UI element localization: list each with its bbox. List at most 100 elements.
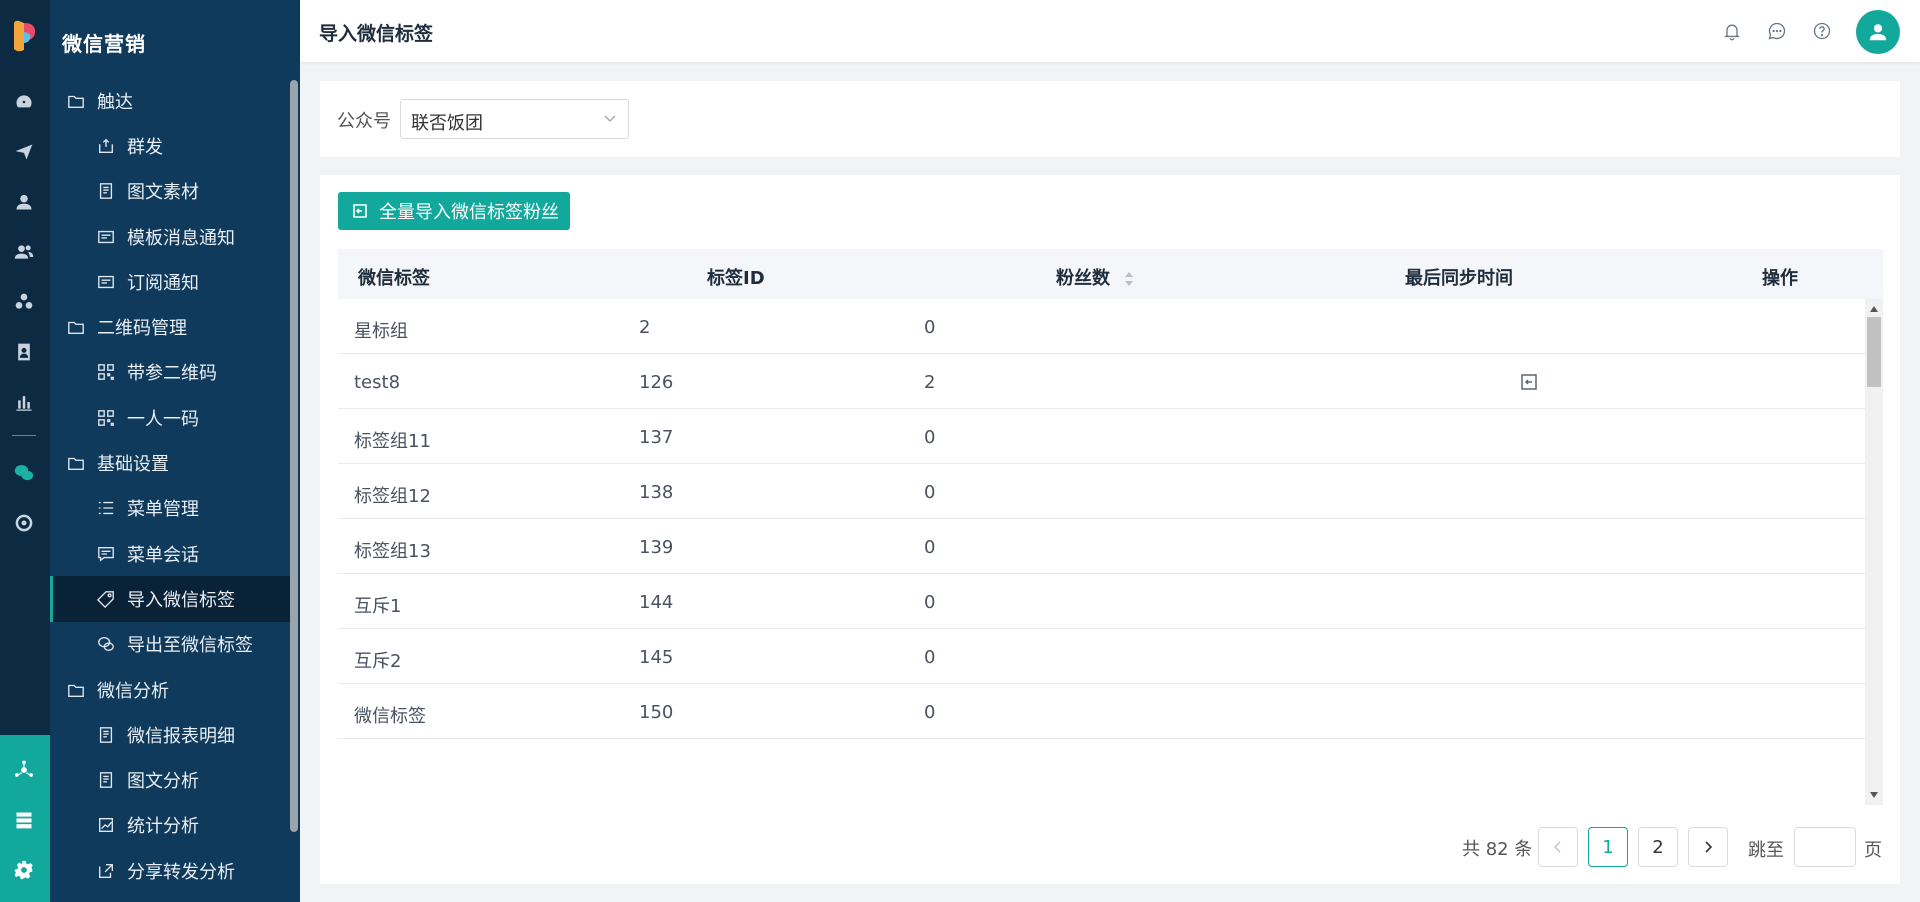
- table-scrollbar[interactable]: [1865, 299, 1883, 805]
- cell-id: 2: [639, 317, 651, 338]
- cell-fans: 0: [924, 537, 936, 558]
- prev-page-button[interactable]: [1538, 827, 1578, 867]
- sidebar-item-2[interactable]: 图文素材: [50, 169, 300, 214]
- wechat-icon[interactable]: [13, 462, 35, 484]
- help-icon[interactable]: [1811, 20, 1833, 42]
- chat-bubble-icon[interactable]: [1766, 20, 1788, 42]
- scroll-down-icon[interactable]: [1870, 792, 1878, 798]
- group-icon[interactable]: [13, 291, 35, 313]
- users-icon[interactable]: [13, 241, 35, 263]
- list-icon: [96, 498, 116, 518]
- contact-card-icon[interactable]: [13, 341, 35, 363]
- table-row: 互斥1 144 0: [338, 574, 1865, 629]
- server-icon[interactable]: [13, 809, 35, 831]
- account-label: 公众号: [337, 111, 391, 132]
- cell-tag: 标签组11: [354, 431, 431, 452]
- sidebar-item-8[interactable]: 基础设置: [50, 440, 300, 485]
- import-icon: [353, 204, 367, 218]
- import-all-button[interactable]: 全量导入微信标签粉丝: [338, 192, 570, 230]
- folder-icon: [66, 680, 86, 700]
- account-select[interactable]: 联否饭团: [400, 99, 629, 139]
- cell-tag: 星标组: [354, 321, 408, 342]
- scroll-up-icon[interactable]: [1870, 306, 1878, 312]
- sidebar-item-7[interactable]: 一人一码: [50, 395, 300, 440]
- sidebar-item-label: 二维码管理: [97, 318, 187, 340]
- qrcode-icon: [96, 408, 116, 428]
- sidebar-item-1[interactable]: 群发: [50, 123, 300, 168]
- dashboard-icon[interactable]: [13, 91, 35, 113]
- sidebar-item-0[interactable]: 触达: [50, 78, 300, 123]
- target-icon[interactable]: [13, 512, 35, 534]
- article-icon: [96, 725, 116, 745]
- sidebar-item-4[interactable]: 订阅通知: [50, 259, 300, 304]
- network-icon[interactable]: [13, 759, 35, 781]
- sidebar-item-13[interactable]: 微信分析: [50, 667, 300, 712]
- cell-fans: 0: [924, 647, 936, 668]
- sidebar-item-15[interactable]: 图文分析: [50, 757, 300, 802]
- message-icon: [96, 227, 116, 247]
- cell-id: 145: [639, 647, 674, 668]
- sidebar-item-14[interactable]: 微信报表明细: [50, 712, 300, 757]
- sidebar-item-label: 模板消息通知: [127, 227, 235, 249]
- sidebar-item-label: 基础设置: [97, 454, 169, 476]
- send-icon[interactable]: [13, 141, 35, 163]
- column-header-fans[interactable]: 粉丝数: [1056, 264, 1134, 290]
- cell-tag: 标签组12: [354, 486, 431, 507]
- chart-icon: [96, 815, 116, 835]
- cell-fans: 0: [924, 427, 936, 448]
- sidebar-item-5[interactable]: 二维码管理: [50, 304, 300, 349]
- table-row: 星标组 2 0: [338, 299, 1865, 354]
- gear-icon[interactable]: [13, 859, 35, 881]
- cell-tag: 互斥1: [354, 596, 402, 617]
- filter-card: 公众号 联否饭团: [320, 81, 1900, 157]
- sidebar-item-12[interactable]: 导出至微信标签: [50, 622, 300, 667]
- cell-id: 126: [639, 372, 674, 393]
- table-row: test8 126 2: [338, 354, 1865, 409]
- page-unit-label: 页: [1864, 840, 1882, 861]
- sidebar-item-label: 带参二维码: [127, 363, 217, 385]
- cell-fans: 2: [924, 372, 936, 393]
- folder-icon: [66, 453, 86, 473]
- folder-icon: [66, 317, 86, 337]
- page-button-2[interactable]: 2: [1638, 827, 1678, 867]
- sidebar-menu: 触达 群发图文素材模板消息通知订阅通知二维码管理带参二维码一人一码基础设置菜单管理…: [50, 78, 300, 893]
- sidebar-scrollbar[interactable]: [290, 80, 298, 832]
- cell-fans: 0: [924, 702, 936, 723]
- sidebar-item-label: 分享转发分析: [127, 861, 235, 883]
- sidebar-item-label: 微信分析: [97, 680, 169, 702]
- qrcode-icon: [96, 362, 116, 382]
- message-icon: [96, 272, 116, 292]
- sidebar-item-6[interactable]: 带参二维码: [50, 350, 300, 395]
- page-title: 导入微信标签: [319, 23, 434, 45]
- avatar[interactable]: [1856, 10, 1900, 54]
- sidebar-item-11[interactable]: 导入微信标签: [50, 576, 290, 622]
- column-header-fans-label: 粉丝数: [1056, 268, 1110, 289]
- chevron-left-icon: [1553, 841, 1561, 853]
- sidebar-item-10[interactable]: 菜单会话: [50, 531, 300, 576]
- menu-sidebar: 微信营销 触达 群发 图文素材 模板消息通知 订阅通知 二维码管理 带参二维码 一人一码 基础设…: [50, 0, 300, 902]
- jump-page-input[interactable]: [1794, 827, 1856, 867]
- sidebar-item-label: 图文素材: [127, 182, 199, 204]
- sidebar-item-16[interactable]: 统计分析: [50, 803, 300, 848]
- cell-fans: 0: [924, 317, 936, 338]
- cell-tag: 互斥2: [354, 651, 402, 672]
- sort-icon[interactable]: [1124, 271, 1134, 287]
- article-icon: [96, 181, 116, 201]
- table-body[interactable]: 星标组 2 0 test8 126 2 标签组11 137 0 标签组12 138 0 标签组13 139…: [338, 299, 1865, 805]
- cell-tag: test8: [354, 372, 401, 393]
- broadcast-icon: [96, 136, 116, 156]
- sidebar-item-9[interactable]: 菜单管理: [50, 486, 300, 531]
- cell-id: 150: [639, 702, 674, 723]
- next-page-button[interactable]: [1688, 827, 1728, 867]
- scroll-thumb[interactable]: [1867, 317, 1881, 387]
- bell-icon[interactable]: [1721, 20, 1743, 42]
- sidebar-item-3[interactable]: 模板消息通知: [50, 214, 300, 259]
- chevron-right-icon: [1705, 841, 1713, 853]
- cell-id: 144: [639, 592, 674, 613]
- sidebar-item-label: 菜单管理: [127, 499, 199, 521]
- import-tag-icon[interactable]: [1520, 373, 1540, 393]
- user-icon[interactable]: [13, 191, 35, 213]
- bar-chart-icon[interactable]: [13, 391, 35, 413]
- page-button-1[interactable]: 1: [1588, 827, 1628, 867]
- sidebar-item-17[interactable]: 分享转发分析: [50, 848, 300, 893]
